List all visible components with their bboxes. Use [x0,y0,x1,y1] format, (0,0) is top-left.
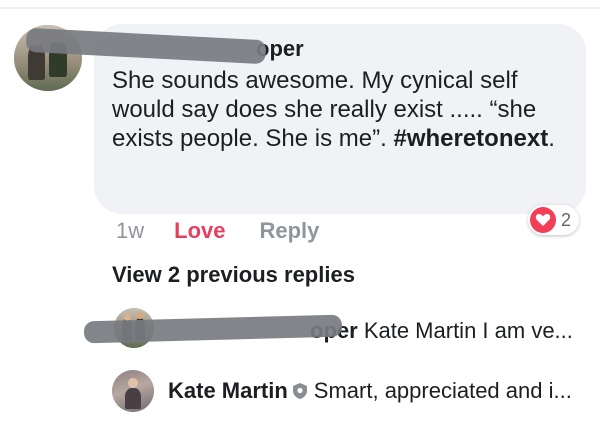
view-previous-replies[interactable]: View 2 previous replies [112,262,355,288]
love-reaction-link[interactable]: Love [174,218,225,244]
kate-martin-avatar[interactable] [112,370,154,412]
top-divider [0,7,600,9]
reply-preview-text: Kate Martin I am ve... [363,318,573,343]
reply-link[interactable]: Reply [259,218,319,244]
comment-actions: 1w Love Reply [116,218,319,244]
reply-item[interactable]: Kate Martin Smart, appreciated and i... [168,378,572,406]
love-icon [530,207,556,233]
reply-author-name[interactable]: Kate Martin [168,378,288,403]
comment-text: She sounds awesome. My cynical self woul… [112,66,572,153]
hashtag-link[interactable]: #wheretonext [393,125,548,152]
reaction-count: 2 [561,209,572,230]
comment-timestamp[interactable]: 1w [116,218,144,244]
reply-item[interactable]: oper Kate Martin I am ve... [310,318,573,344]
reaction-count-badge[interactable]: 2 [528,205,580,235]
reply-preview-text: Smart, appreciated and i... [313,378,572,403]
shield-badge-icon [292,380,308,406]
comment-text-end: . [548,125,555,152]
